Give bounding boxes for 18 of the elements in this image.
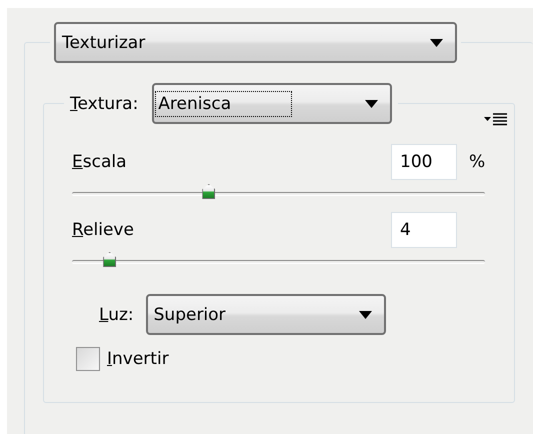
slider-label: Relieve <box>72 220 134 240</box>
light-dropdown[interactable]: Superior <box>146 294 386 335</box>
unit-label: % <box>469 152 486 172</box>
invert-checkbox[interactable] <box>76 347 100 371</box>
caret-icon <box>430 38 443 46</box>
texture-label: Textura: <box>70 94 138 114</box>
menu-icon[interactable] <box>482 112 510 126</box>
filter-dropdown[interactable]: Texturizar <box>54 22 457 63</box>
value-field[interactable]: 100 <box>391 144 457 180</box>
slider-thumb[interactable] <box>103 252 116 267</box>
value-field[interactable]: 4 <box>391 212 457 248</box>
slider-thumb[interactable] <box>202 184 216 199</box>
invert-label: Invertir <box>107 349 169 369</box>
light-label: Luz: <box>99 304 134 324</box>
caret-icon <box>358 310 372 318</box>
slider-label: Escala <box>72 152 127 172</box>
caret-icon <box>365 100 378 108</box>
texture-dropdown[interactable]: Arenisca <box>152 83 392 124</box>
